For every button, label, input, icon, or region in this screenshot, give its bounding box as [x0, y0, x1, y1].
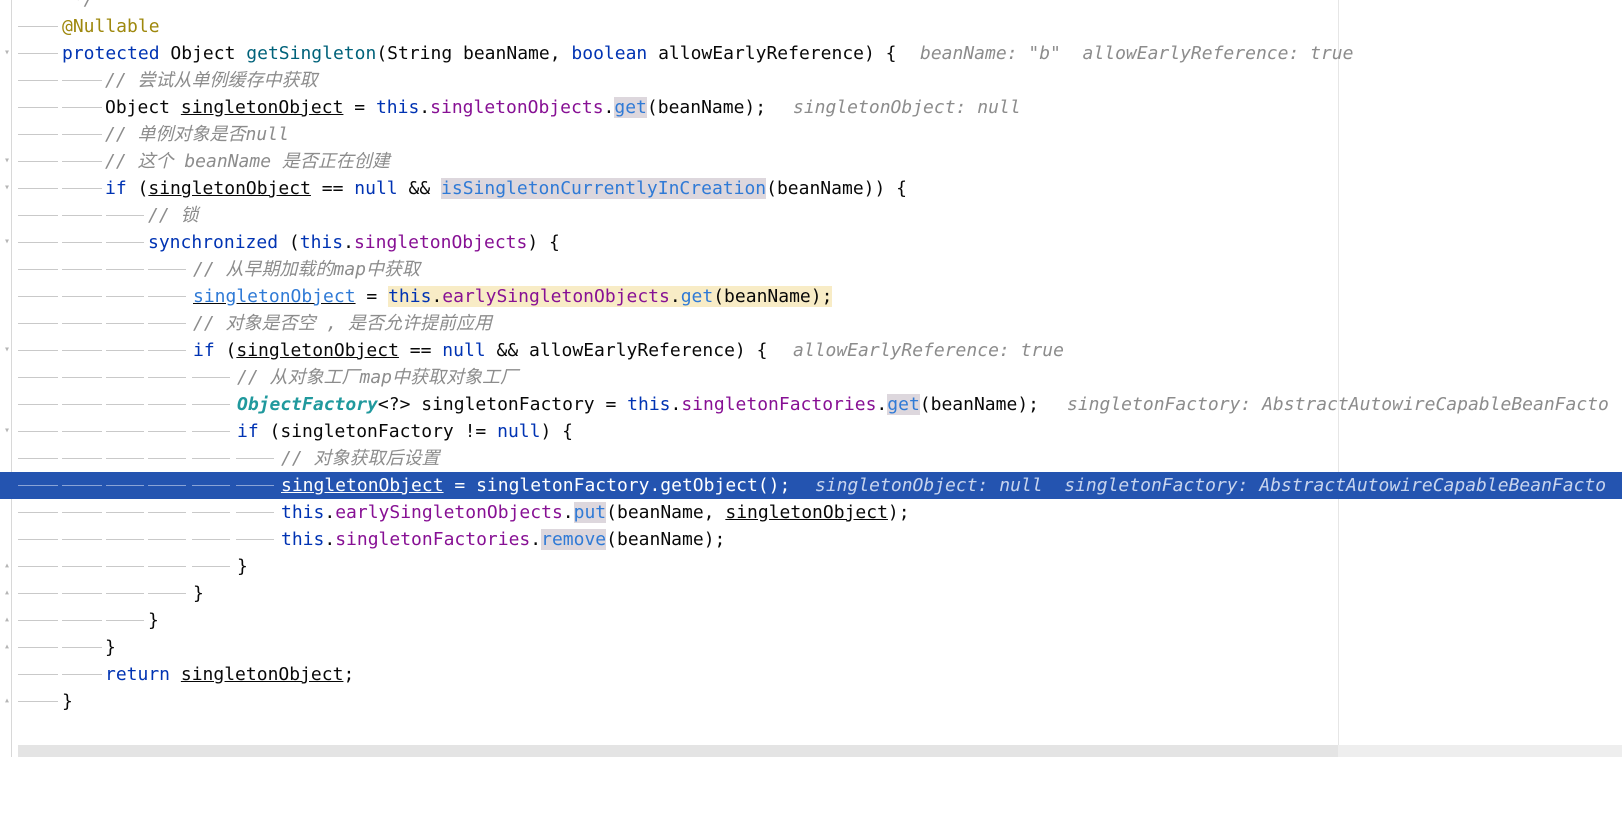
fold-icon[interactable]: ▴ — [4, 561, 12, 571]
inline-debug-hint: singletonFactory: AbstractAutowireCapabl… — [1067, 394, 1609, 415]
comment-text: // 对象获取后设置 — [281, 448, 440, 469]
code-line[interactable]: // 锁 — [0, 202, 1622, 229]
code-line[interactable]: return singletonObject; — [0, 661, 1622, 688]
fold-icon[interactable]: ▴ — [4, 696, 12, 706]
fold-icon[interactable]: ▾ — [4, 426, 12, 436]
inline-debug-hint: beanName: "b" allowEarlyReference: true — [920, 43, 1354, 64]
scrollbar-thumb[interactable] — [1338, 745, 1622, 757]
comment-text: // 锁 — [148, 205, 199, 226]
comment-text: // 从早期加载的map中获取 — [193, 259, 421, 280]
synchronized-block: synchronized (this.singletonObjects) { — [148, 232, 560, 253]
code-line[interactable]: // 从对象工厂map中获取对象工厂 — [0, 364, 1622, 391]
code-statement: Object singletonObject = this.singletonO… — [105, 97, 767, 118]
code-line[interactable]: this.singletonFactories.remove(beanName)… — [0, 526, 1622, 553]
comment-text: // 这个 beanName 是否正在创建 — [105, 151, 390, 172]
code-statement: this.singletonFactories.remove(beanName)… — [281, 529, 726, 550]
closing-brace: } — [105, 637, 116, 658]
inline-debug-hint: singletonObject: null — [793, 97, 1021, 118]
fold-icon[interactable]: ▴ — [4, 615, 12, 625]
comment-text: // 对象是否空 , 是否允许提前应用 — [193, 313, 493, 334]
closing-brace: } — [237, 556, 248, 577]
code-statement: singletonObject = this.earlySingletonObj… — [193, 286, 833, 307]
code-line[interactable]: ▾ if (singletonObject == null && isSingl… — [0, 175, 1622, 202]
code-line[interactable]: Object singletonObject = this.singletonO… — [0, 94, 1622, 121]
code-line[interactable]: // 对象是否空 , 是否允许提前应用 — [0, 310, 1622, 337]
fold-icon[interactable]: ▾ — [4, 237, 12, 247]
if-statement: if (singletonObject == null && isSinglet… — [105, 178, 908, 199]
fold-icon[interactable]: ▾ — [4, 48, 12, 58]
closing-brace: } — [193, 583, 204, 604]
return-statement: return singletonObject; — [105, 664, 355, 685]
fold-icon[interactable]: ▾ — [4, 156, 12, 166]
code-line[interactable]: ▾ synchronized (this.singletonObjects) { — [0, 229, 1622, 256]
code-line[interactable]: ▴ } — [0, 607, 1622, 634]
code-line[interactable]: // 单例对象是否null — [0, 121, 1622, 148]
fold-icon[interactable]: ▾ — [4, 183, 12, 193]
code-line[interactable]: // 从早期加载的map中获取 — [0, 256, 1622, 283]
code-line[interactable]: singletonObject = this.earlySingletonObj… — [0, 283, 1622, 310]
inline-debug-hint: allowEarlyReference: true — [793, 340, 1064, 361]
code-line[interactable]: // 对象获取后设置 — [0, 445, 1622, 472]
closing-brace: } — [148, 610, 159, 631]
code-line[interactable]: @Nullable — [0, 13, 1622, 40]
method-signature: protected Object getSingleton(String bea… — [62, 43, 897, 64]
code-line[interactable]: ▾ protected Object getSingleton(String b… — [0, 40, 1622, 67]
code-statement: this.earlySingletonObjects.put(beanName,… — [281, 502, 910, 523]
fold-icon[interactable]: ▴ — [4, 588, 12, 598]
comment-text: */ — [62, 0, 95, 13]
closing-brace: } — [62, 691, 73, 712]
code-line[interactable]: */ — [0, 0, 1622, 13]
code-line[interactable]: ▴ } — [0, 553, 1622, 580]
code-line[interactable]: ▾ if (singletonObject == null && allowEa… — [0, 337, 1622, 364]
comment-text: // 从对象工厂map中获取对象工厂 — [237, 367, 519, 388]
code-line[interactable]: // 尝试从单例缓存中获取 — [0, 67, 1622, 94]
code-line[interactable]: ▾ // 这个 beanName 是否正在创建 — [0, 148, 1622, 175]
if-statement: if (singletonObject == null && allowEarl… — [193, 340, 768, 361]
code-line[interactable]: ObjectFactory<?> singletonFactory = this… — [0, 391, 1622, 418]
code-statement: ObjectFactory<?> singletonFactory = this… — [237, 394, 1039, 415]
code-line[interactable]: ▴ } — [0, 634, 1622, 661]
annotation-text: @Nullable — [62, 16, 160, 37]
if-statement: if (singletonFactory != null) { — [237, 421, 573, 442]
current-execution-line[interactable]: singletonObject = singletonFactory.getOb… — [0, 472, 1622, 499]
fold-icon[interactable]: ▾ — [4, 345, 12, 355]
code-statement: singletonObject = singletonFactory.getOb… — [281, 475, 791, 496]
code-line[interactable]: this.earlySingletonObjects.put(beanName,… — [0, 499, 1622, 526]
inline-debug-hint: singletonObject: null singletonFactory: … — [815, 475, 1607, 496]
code-line[interactable]: ▴ } — [0, 580, 1622, 607]
code-line[interactable]: ▴ } — [0, 688, 1622, 715]
comment-text: // 尝试从单例缓存中获取 — [105, 70, 318, 91]
comment-text: // 单例对象是否null — [105, 124, 289, 145]
code-line[interactable]: ▾ if (singletonFactory != null) { — [0, 418, 1622, 445]
fold-icon[interactable]: ▴ — [4, 642, 12, 652]
